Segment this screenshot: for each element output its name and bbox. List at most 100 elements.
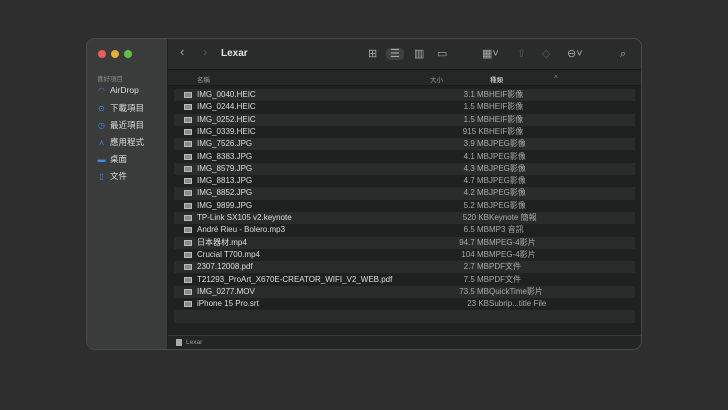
file-name: André Rieu - Bolero.mp3 (197, 225, 286, 235)
file-name: IMG_8579.JPG (197, 163, 253, 173)
file-kind: MPEG-4影片 (489, 249, 536, 259)
file-name: Crucial T700.mp4 (197, 249, 260, 259)
apps-icon: ⋏ (98, 137, 105, 147)
column-view-button[interactable]: ▥ (414, 48, 424, 60)
path-item[interactable]: Lexar (186, 339, 202, 346)
file-kind: HEIF影像 (489, 90, 524, 99)
window-title: Lexar (221, 48, 248, 59)
file-size: 3.1 MB (463, 90, 489, 99)
finder-window: 喜好項目 ◠ AirDrop ⊙ 下載項目 ◷ 最近項目 ⋏ 應用程式 ▬ 桌面 ▯ 文件 ‹ › L… (86, 38, 642, 350)
sidebar-item[interactable]: ◷ 最近項目 (97, 119, 144, 131)
search-icon[interactable]: ⌕ (620, 48, 626, 60)
file-row[interactable]: Crucial T700.mp4 104 MB MPEG-4影片 (174, 249, 635, 261)
file-kind: JPEG影像 (489, 188, 526, 198)
file-row[interactable]: TP-Link SX105 v2.keynote 520 KB Keynote 簡報 (174, 212, 635, 225)
file-icon (184, 178, 192, 185)
file-row[interactable]: IMG_9899.JPG 5.2 MB JPEG影像 (174, 200, 635, 212)
file-row[interactable]: IMG_8813.JPG 4.7 MB JPEG影像 (174, 175, 635, 187)
file-name: IMG_8383.JPG (197, 151, 253, 161)
file-size: 3.9 MB (463, 139, 489, 149)
file-icon (184, 276, 192, 283)
file-icon (184, 116, 192, 123)
column-name[interactable]: 名稱 (197, 74, 210, 84)
column-kind[interactable]: 種類 (490, 74, 503, 84)
gallery-view-button[interactable]: ▭ (437, 48, 447, 60)
airdrop-icon: ◠ (98, 85, 105, 95)
sidebar-item-label: AirDrop (110, 85, 139, 95)
file-icon (184, 202, 192, 209)
list-view-button[interactable]: ☰ (386, 48, 404, 60)
file-row[interactable]: IMG_0252.HEIC 1.5 MB HEIF影像 (174, 113, 635, 126)
file-name: IMG_8852.JPG (197, 188, 253, 198)
file-row[interactable]: T21293_ProArt_X670E-CREATOR_WIFI_V2_WEB.… (174, 274, 635, 286)
sidebar-item-label: 下載項目 (110, 103, 145, 113)
file-name: T21293_ProArt_X670E-CREATOR_WIFI_V2_WEB.… (197, 274, 393, 284)
sidebar-item[interactable]: ▬ 桌面 (97, 153, 128, 165)
file-icon (184, 141, 192, 148)
sidebar-item-label: 應用程式 (110, 137, 145, 147)
file-row[interactable]: IMG_0244.HEIC 1.5 MB HEIF影像 (174, 101, 635, 113)
sidebar-item[interactable]: ◠ AirDrop (97, 85, 139, 95)
file-kind: JPEG影像 (489, 151, 526, 161)
file-kind: MP3 音訊 (489, 225, 524, 235)
file-row[interactable]: iPhone 15 Pro.srt 23 KB Subrip...title Fil… (174, 298, 635, 310)
file-kind: JPEG影像 (489, 176, 526, 186)
file-icon (184, 239, 192, 246)
share-icon[interactable]: ⇧ (517, 48, 526, 60)
column-size[interactable]: 大小 (430, 74, 443, 84)
empty-row (174, 310, 635, 323)
file-kind: Keynote 簡報 (489, 213, 537, 222)
sidebar-item-label: 桌面 (110, 154, 128, 164)
file-size: 5.2 MB (463, 200, 489, 210)
file-size: 4.7 MB (463, 176, 489, 186)
zoom-button[interactable] (124, 50, 132, 58)
file-row[interactable]: IMG_0277.MOV 73.5 MB QuickTime影片 (174, 285, 635, 299)
file-name: IMG_0277.MOV (197, 286, 255, 296)
file-kind: PDF文件 (489, 262, 521, 272)
desktop-icon: ▬ (97, 154, 106, 164)
file-name: 2307.12008.pdf (197, 262, 253, 272)
file-row[interactable]: IMG_0339.HEIC 915 KB HEIF影像 (174, 126, 635, 138)
file-size: 4.3 MB (463, 163, 489, 173)
file-size: 2.7 MB (463, 262, 489, 272)
file-row[interactable]: 2307.12008.pdf 2.7 MB PDF文件 (174, 261, 635, 274)
close-button[interactable] (98, 50, 106, 58)
group-button[interactable]: ▦˅ (482, 48, 499, 60)
file-icon (184, 301, 192, 308)
file-row[interactable]: IMG_7526.JPG 3.9 MB JPEG影像 (174, 138, 635, 151)
icon-view-button[interactable]: ⊞ (368, 48, 377, 60)
minimize-button[interactable] (111, 50, 119, 58)
file-size: 1.5 MB (463, 102, 489, 112)
sidebar-item[interactable]: ▯ 文件 (97, 170, 127, 182)
file-size: 1.5 MB (463, 114, 489, 124)
more-actions-button[interactable]: ⊖˅ (567, 48, 583, 60)
sidebar: 喜好項目 ◠ AirDrop ⊙ 下載項目 ◷ 最近項目 ⋏ 應用程式 ▬ 桌面 ▯ 文件 (87, 39, 168, 349)
file-size: 94.7 MB (459, 237, 489, 247)
file-kind: PDF文件 (489, 274, 521, 284)
file-icon (184, 128, 192, 135)
file-row[interactable]: IMG_8383.JPG 4.1 MB JPEG影像 (174, 151, 635, 163)
file-kind: Subrip...title File (489, 299, 547, 309)
column-header: 名稱 大小 種類 ˄ (168, 70, 641, 86)
file-kind: JPEG影像 (489, 200, 526, 210)
file-size: 104 MB (461, 249, 489, 259)
file-row[interactable]: IMG_8852.JPG 4.2 MB JPEG影像 (174, 187, 635, 200)
file-icon (184, 92, 192, 98)
sidebar-item[interactable]: ⋏ 應用程式 (97, 136, 144, 148)
tag-icon[interactable]: ◇ (542, 48, 550, 60)
back-button[interactable]: ‹ (180, 45, 184, 58)
empty-row (174, 323, 635, 335)
file-size: 23 KB (467, 299, 489, 309)
file-row[interactable]: IMG_8579.JPG 4.3 MB JPEG影像 (174, 162, 635, 176)
sidebar-item[interactable]: ⊙ 下載項目 (97, 102, 144, 114)
file-size: 6.5 MB (463, 225, 489, 235)
file-row[interactable]: IMG_0040.HEIC 3.1 MB HEIF影像 (174, 89, 635, 102)
window-controls (98, 50, 132, 58)
file-icon (184, 165, 192, 172)
file-row[interactable]: 日本器材.mp4 94.7 MB MPEG-4影片 (174, 236, 635, 249)
file-size: 4.2 MB (463, 188, 489, 198)
file-row[interactable]: André Rieu - Bolero.mp3 6.5 MB MP3 音訊 (174, 224, 635, 236)
forward-button[interactable]: › (203, 45, 207, 58)
file-name: IMG_7526.JPG (197, 139, 253, 149)
file-kind: HEIF影像 (489, 114, 524, 124)
